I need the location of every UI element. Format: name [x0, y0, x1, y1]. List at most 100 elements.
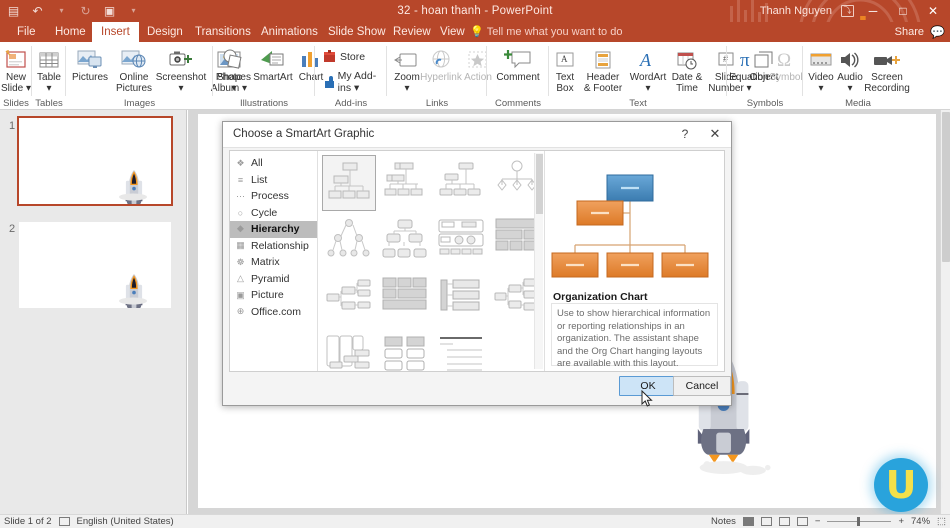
gallery-item-name-and-title-organization-chart[interactable] [378, 155, 432, 211]
thumbnail-number: 2 [9, 223, 15, 235]
header-footer-button[interactable]: Header & Footer [579, 44, 627, 94]
slide-thumbnail-1[interactable] [19, 118, 171, 204]
gallery-scrollbar[interactable] [534, 153, 543, 369]
svg-text:Ω: Ω [777, 50, 791, 70]
gallery-item-horizontal-hierarchy[interactable] [322, 271, 376, 327]
zoom-slider[interactable] [827, 517, 891, 526]
tab-insert[interactable]: Insert [92, 22, 139, 42]
gallery-item-architecture-layout[interactable] [322, 329, 376, 371]
account-name[interactable]: Thanh Nguyen [760, 0, 832, 22]
smartart-button[interactable]: SmartArt [251, 44, 295, 83]
zoom-out-button[interactable]: − [815, 516, 821, 527]
close-button[interactable]: ✕ [918, 0, 948, 22]
slide-sorter-button[interactable] [761, 517, 772, 526]
status-right: Notes − + 74% ⬚ [711, 516, 946, 527]
category-matrix[interactable]: ☸Matrix [230, 254, 317, 271]
video-label: Video ▾ [808, 72, 833, 94]
gallery-item-hierarchy[interactable] [322, 213, 376, 269]
gallery-item-hierarchy-list[interactable] [434, 271, 488, 327]
slide-thumbnail-pane[interactable]: 1 2 [0, 110, 187, 514]
shapes-button[interactable]: Shapes ▾ [215, 44, 253, 94]
screenshot-button[interactable]: Screenshot ▾ [156, 44, 206, 94]
new-slide-button[interactable]: New Slide ▾ [0, 44, 32, 94]
slide-indicator[interactable]: Slide 1 of 2 [4, 516, 52, 527]
preview-description-box: Use to show hierarchical information or … [551, 303, 718, 366]
category-picture[interactable]: ▣Picture [230, 287, 317, 304]
zoom-percentage[interactable]: 74% [911, 516, 930, 527]
share-button[interactable]: Share [895, 22, 924, 42]
help-icon[interactable]: ? [677, 127, 693, 141]
zoom-in-button[interactable]: + [898, 516, 904, 527]
category-process[interactable]: ⋯Process [230, 188, 317, 205]
zoom-label: Zoom ▾ [394, 72, 420, 94]
category-cycle[interactable]: ○Cycle [230, 205, 317, 222]
my-addins-button[interactable]: My Add-ins ▾ [323, 70, 387, 94]
pictures-button[interactable]: Pictures [68, 44, 112, 83]
scrollbar-thumb[interactable] [942, 112, 950, 262]
store-button[interactable]: Store [323, 50, 365, 63]
category-label: Cycle [251, 207, 277, 219]
symbol-button[interactable]: Ω Symbol [767, 44, 805, 83]
shapes-label: Shapes ▾ [217, 72, 251, 94]
category-list-item[interactable]: ≡List [230, 172, 317, 189]
tab-animations[interactable]: Animations [252, 22, 327, 42]
reading-view-button[interactable] [779, 517, 790, 526]
ribbon-group-images: Pictures Online Pictures Screenshot ▾ Ph… [66, 42, 213, 110]
online-pictures-icon [121, 44, 147, 70]
tab-home[interactable]: Home [46, 22, 95, 42]
gallery-item-table-hierarchy[interactable] [434, 213, 488, 269]
category-list[interactable]: ❖All ≡List ⋯Process ○Cycle ⛖Hierarchy ▦R… [230, 151, 318, 371]
ribbon-display-options-icon[interactable]: ⤵ [841, 5, 854, 17]
normal-view-button[interactable] [743, 517, 754, 526]
smartart-icon [260, 44, 286, 70]
gallery-scrollbar-thumb[interactable] [536, 154, 543, 214]
canvas-vertical-scrollbar[interactable] [940, 110, 950, 514]
layout-gallery[interactable] [318, 151, 544, 371]
slide-thumbnail-2[interactable] [19, 222, 171, 308]
table-button[interactable]: Table ▾ [33, 44, 65, 94]
minimize-button[interactable]: ─ [858, 0, 888, 22]
tab-design[interactable]: Design [138, 22, 192, 42]
comments-icon[interactable]: 💬 [930, 25, 945, 39]
tell-me-search[interactable]: 💡Tell me what you want to do [470, 22, 622, 42]
comment-label: Comment [496, 72, 539, 83]
category-office-com[interactable]: ⊕Office.com [230, 304, 317, 321]
language-indicator[interactable]: English (United States) [77, 516, 174, 527]
category-relationship[interactable]: ▦Relationship [230, 238, 317, 255]
wordart-button[interactable]: A WordArt ▾ [627, 44, 669, 94]
maximize-button[interactable]: □ [888, 0, 918, 22]
svg-text:A: A [639, 50, 652, 70]
online-pictures-button[interactable]: Online Pictures [112, 44, 156, 94]
equation-button[interactable]: π Equation ▾ [727, 44, 771, 94]
tab-file[interactable]: File [8, 22, 45, 42]
status-bar: Slide 1 of 2 English (United States) Not… [0, 514, 950, 528]
zoom-slider-knob[interactable] [857, 517, 860, 526]
notes-button[interactable]: Notes [711, 516, 736, 527]
slideshow-button[interactable] [797, 517, 808, 526]
category-pyramid[interactable]: △Pyramid [230, 271, 317, 288]
ribbon-group-illustrations: Shapes ▾ SmartArt Chart Illustrations [213, 42, 315, 110]
gallery-item-labeled-hierarchy[interactable] [378, 213, 432, 269]
comment-button[interactable]: Comment [489, 44, 547, 83]
category-all[interactable]: ❖All [230, 155, 317, 172]
date-time-button[interactable]: Date & Time [667, 44, 707, 94]
table-label: Table ▾ [37, 72, 61, 94]
ribbon-group-label-text: Text [549, 98, 727, 109]
tab-view[interactable]: View [431, 22, 474, 42]
close-icon[interactable]: ✕ [707, 126, 723, 142]
all-icon: ❖ [235, 158, 246, 169]
spellcheck-icon[interactable] [59, 517, 70, 526]
gallery-item-lined-list[interactable] [434, 329, 488, 371]
screen-recording-button[interactable]: Screen Recording [861, 44, 913, 94]
tab-transitions[interactable]: Transitions [186, 22, 260, 42]
gallery-item-horizontal-labeled-hierarchy[interactable] [378, 271, 432, 327]
gallery-item-picture-organization-chart[interactable] [378, 329, 432, 371]
gallery-item-half-circle-organization-chart[interactable] [434, 155, 488, 211]
gallery-item-organization-chart[interactable] [322, 155, 376, 211]
hyperlink-button[interactable]: Hyperlink [419, 44, 463, 83]
ok-button[interactable]: OK [619, 376, 677, 396]
fit-to-window-button[interactable]: ⬚ [937, 516, 946, 527]
text-box-button[interactable]: A Text Box [549, 44, 581, 94]
category-hierarchy[interactable]: ⛖Hierarchy [230, 221, 317, 238]
cancel-button[interactable]: Cancel [673, 376, 731, 396]
